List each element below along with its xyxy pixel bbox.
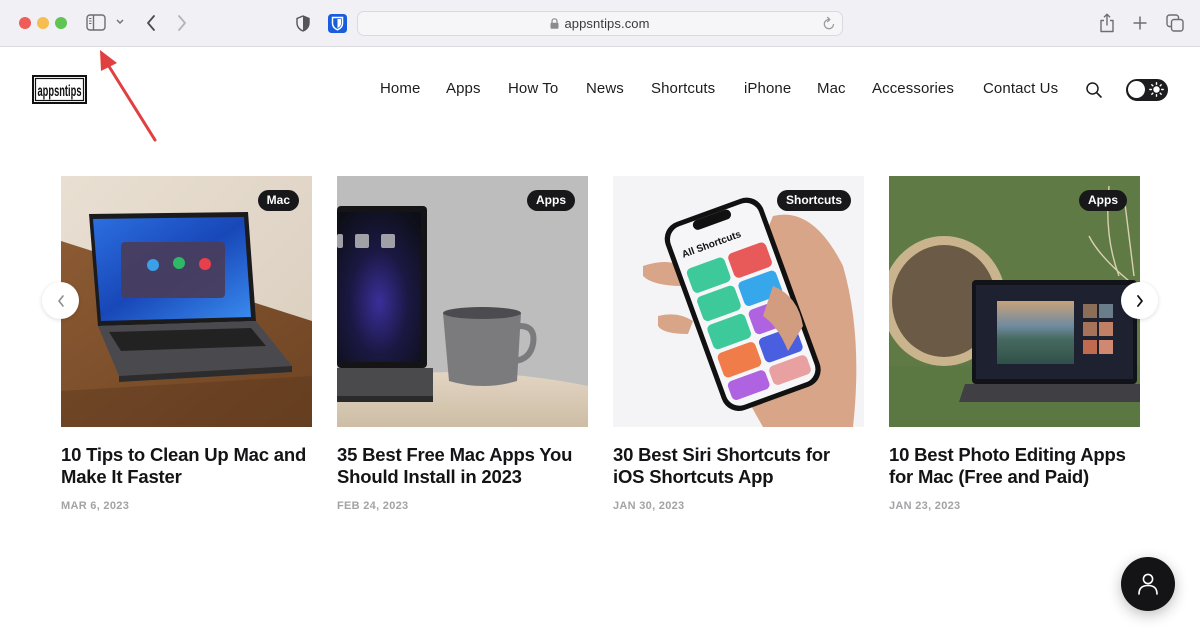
article-date: FEB 24, 2023 [337,500,409,512]
address-bar[interactable]: appsntips.com [357,11,843,36]
article-title[interactable]: 30 Best Siri Shortcuts for iOS Shortcuts… [613,444,864,488]
article-title[interactable]: 10 Best Photo Editing Apps for Mac (Free… [889,444,1140,488]
back-icon[interactable] [143,13,159,33]
nav-news[interactable]: News [586,80,624,97]
article-date: JAN 30, 2023 [613,500,685,512]
sun-icon [1149,82,1164,97]
article-card[interactable]: All Shortcuts Shortcuts 30 Best Siri Sho… [613,176,864,512]
url-text: appsntips.com [564,16,650,31]
nav-accessories[interactable]: Accessories [872,80,954,97]
chevron-down-icon[interactable] [114,16,126,28]
zoom-window-button[interactable] [55,17,67,29]
article-title[interactable]: 35 Best Free Mac Apps You Should Install… [337,444,588,488]
category-badge[interactable]: Mac [257,190,299,211]
reload-icon[interactable] [822,16,836,31]
nav-mac[interactable]: Mac [817,80,846,97]
toggle-knob [1128,81,1145,98]
minimize-window-button[interactable] [37,17,49,29]
article-date: JAN 23, 2023 [889,500,961,512]
nav-shortcuts[interactable]: Shortcuts [651,80,715,97]
nav-apps[interactable]: Apps [446,80,481,97]
article-thumbnail[interactable]: Mac [61,176,312,427]
article-card[interactable]: Apps 10 Best Photo Editing Apps for Mac … [889,176,1140,512]
article-card[interactable]: Mac 10 Tips to Clean Up Mac and Make It … [61,176,312,512]
nav-home[interactable]: Home [380,80,420,97]
chevron-right-icon [1136,294,1143,307]
macbook-photo-editing-image [889,176,1140,427]
article-thumbnail[interactable]: Apps [337,176,588,427]
carousel-prev-button[interactable] [42,282,79,319]
search-icon[interactable] [1085,81,1103,99]
article-title[interactable]: 10 Tips to Clean Up Mac and Make It Fast… [61,444,312,488]
privacy-shield-icon[interactable] [295,13,311,33]
nav-iphone[interactable]: iPhone [744,80,791,97]
bitwarden-icon[interactable] [328,13,347,33]
forward-icon[interactable] [174,13,190,33]
iphone-shortcuts-app-image: All Shortcuts [613,176,864,427]
macbook-on-table-image [61,176,312,427]
sidebar-icon[interactable] [86,14,106,31]
annotation-arrow [100,50,157,142]
new-tab-icon[interactable] [1131,14,1149,32]
article-date: MAR 6, 2023 [61,500,130,512]
tab-overview-icon[interactable] [1165,13,1184,32]
chevron-left-icon [57,294,64,307]
browser-toolbar: appsntips.com [0,0,1200,47]
lock-icon [550,18,559,29]
close-window-button[interactable] [19,17,31,29]
carousel-next-button[interactable] [1121,282,1158,319]
logo-text: appsntips [38,83,82,100]
laptop-and-mug-image [337,176,588,427]
category-badge[interactable]: Apps [527,190,575,211]
article-thumbnail[interactable]: Apps [889,176,1140,427]
user-icon [1138,573,1158,595]
theme-toggle[interactable] [1126,79,1168,101]
nav-contact-us[interactable]: Contact Us [983,80,1058,97]
article-card[interactable]: Apps 35 Best Free Mac Apps You Should In… [337,176,588,512]
nav-how-to[interactable]: How To [508,80,558,97]
site-logo[interactable]: appsntips [32,75,87,104]
account-button[interactable] [1121,557,1175,611]
article-thumbnail[interactable]: All Shortcuts Shortcuts [613,176,864,427]
category-badge[interactable]: Shortcuts [776,190,851,211]
category-badge[interactable]: Apps [1079,190,1127,211]
share-icon[interactable] [1098,12,1116,34]
